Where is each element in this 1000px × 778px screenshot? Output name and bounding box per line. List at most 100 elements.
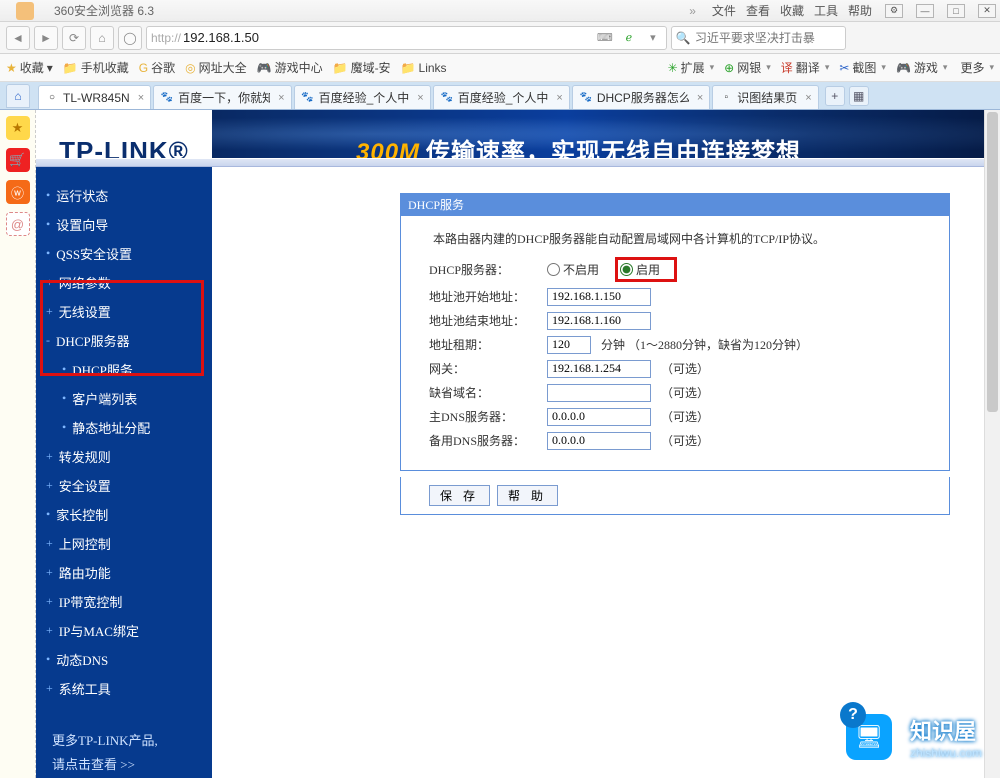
radio-disable[interactable]: 不启用 [547, 261, 599, 278]
new-tab-button[interactable]: + [825, 86, 845, 106]
favorites-button[interactable]: ★收藏▾ [6, 59, 53, 76]
more-products-link[interactable]: 请点击查看 >> [52, 757, 135, 772]
chevron-down-icon: ▾ [710, 62, 715, 73]
nav-item-7[interactable]: +安全设置 [36, 474, 212, 497]
nav-item-0[interactable]: •运行状态 [36, 184, 212, 207]
bookmark-item-2[interactable]: ◎网址大全 [185, 59, 247, 76]
tab-4[interactable]: 🐾DHCP服务器怎么设× [572, 85, 710, 109]
toolbar-icon: ✳ [668, 61, 678, 75]
nav-subitem-5-2[interactable]: •静态地址分配 [36, 416, 212, 439]
watermark-text: 知识屋 [910, 719, 976, 744]
bookmark-item-5[interactable]: 📁Links [401, 59, 447, 76]
tab-2[interactable]: 🐾百度经验_个人中× [294, 85, 431, 109]
tab-favicon: 🐾 [301, 91, 315, 105]
nav-subitem-5-0[interactable]: •DHCP服务 [36, 358, 212, 381]
avatar[interactable] [4, 1, 46, 21]
toolbar-item-5[interactable]: 更多▾ [957, 59, 994, 76]
dropdown-icon[interactable]: ▾ [644, 29, 662, 47]
nav-item-14[interactable]: +系统工具 [36, 677, 212, 700]
router-nav: •运行状态 •设置向导 •QSS安全设置 +网络参数 +无线设置 -DHCP服务器 •DHC… [36, 167, 212, 778]
toolbar-item-3[interactable]: ✂截图▾ [839, 59, 886, 76]
nav-item-1[interactable]: •设置向导 [36, 213, 212, 236]
menu-tools[interactable]: 工具 [814, 2, 838, 19]
window-minimize-button[interactable]: — [916, 4, 934, 18]
menu-help[interactable]: 帮助 [848, 2, 872, 19]
menu-favorites[interactable]: 收藏 [780, 2, 804, 19]
bookmark-item-3[interactable]: 🎮游戏中心 [257, 59, 323, 76]
radio-enable[interactable]: 启用 [620, 261, 660, 278]
scrollbar[interactable] [984, 110, 1000, 778]
close-icon[interactable]: × [138, 92, 144, 104]
lease-hint: 分钟 （1～2880分钟，缺省为120分钟） [601, 336, 808, 353]
bookmark-item-0[interactable]: 📁手机收藏 [63, 59, 129, 76]
gateway-optional: （可选） [661, 360, 709, 377]
reload-button[interactable]: ⟳ [62, 26, 86, 50]
nav-item-4[interactable]: +无线设置 [36, 300, 212, 323]
appbar-at-icon[interactable]: @ [6, 212, 30, 236]
menu-view[interactable]: 查看 [746, 2, 770, 19]
appbar-favorites-icon[interactable]: ★ [6, 116, 30, 140]
nav-item-6[interactable]: +转发规则 [36, 445, 212, 468]
close-icon[interactable]: × [697, 92, 703, 104]
input-gateway[interactable] [547, 360, 651, 378]
toolbar-item-4[interactable]: 🎮游戏▾ [896, 59, 948, 76]
nav-item-8[interactable]: •家长控制 [36, 503, 212, 526]
bookmark-item-1[interactable]: G谷歌 [139, 59, 175, 76]
tab-5[interactable]: ▫识图结果页× [712, 85, 818, 109]
nav-label: 无线设置 [59, 302, 111, 321]
input-pool-start[interactable] [547, 288, 651, 306]
input-domain[interactable] [547, 384, 651, 402]
tab-0[interactable]: ○TL-WR845N× [38, 85, 151, 109]
menu-file[interactable]: 文件 [712, 2, 736, 19]
nav-item-3[interactable]: +网络参数 [36, 271, 212, 294]
nav-item-10[interactable]: +路由功能 [36, 561, 212, 584]
window-close-button[interactable]: ✕ [978, 4, 996, 18]
input-pool-end[interactable] [547, 312, 651, 330]
input-dns1[interactable] [547, 408, 651, 426]
close-icon[interactable]: × [278, 92, 284, 104]
search-box[interactable]: 🔍 [671, 26, 846, 50]
nav-item-12[interactable]: +IP与MAC绑定 [36, 619, 212, 642]
tab-list-button[interactable]: ▦ [849, 86, 869, 106]
appbar-weibo-icon[interactable]: ⓦ [6, 180, 30, 204]
more-products-line1: 更多TP-LINK产品, [52, 733, 158, 748]
close-icon[interactable]: × [556, 92, 562, 104]
help-button[interactable]: 帮 助 [497, 485, 558, 506]
bookmark-item-4[interactable]: 📁魔域-安 [333, 59, 391, 76]
close-icon[interactable]: × [805, 92, 811, 104]
nav-item-9[interactable]: +上网控制 [36, 532, 212, 555]
save-button[interactable]: 保 存 [429, 485, 490, 506]
overflow-chevron[interactable]: » [689, 4, 696, 18]
banner-speed: 300M [356, 139, 420, 158]
nav-item-5[interactable]: -DHCP服务器 [36, 329, 212, 352]
bookmark-icon: 📁 [401, 61, 416, 75]
address-bar[interactable]: http:// 192.168.1.50 / ⌨ ℯ ▾ [146, 26, 667, 50]
back-button[interactable]: ◄ [6, 26, 30, 50]
settings-button[interactable]: ⚙ [885, 4, 903, 18]
home-button[interactable]: ⌂ [90, 26, 114, 50]
nav-subitem-5-1[interactable]: •客户端列表 [36, 387, 212, 410]
tab-title: 百度经验_个人中 [458, 89, 549, 106]
window-maximize-button[interactable]: □ [947, 4, 965, 18]
scrollbar-thumb[interactable] [987, 112, 998, 412]
toolbar-item-1[interactable]: ⊕网银▾ [724, 59, 771, 76]
toolbar-item-0[interactable]: ✳扩展▾ [668, 59, 715, 76]
tab-3[interactable]: 🐾百度经验_个人中× [433, 85, 570, 109]
toolbar-item-2[interactable]: 译翻译▾ [781, 59, 830, 76]
tab-1[interactable]: 🐾百度一下，你就知× [153, 85, 291, 109]
forward-button[interactable]: ► [34, 26, 58, 50]
close-icon[interactable]: × [417, 92, 423, 104]
compat-icon[interactable]: ℯ [620, 29, 638, 47]
input-dns2[interactable] [547, 432, 651, 450]
input-lease[interactable] [547, 336, 591, 354]
appbar-shop-icon[interactable]: 🛒 [6, 148, 30, 172]
home-tab-icon[interactable]: ⌂ [6, 84, 30, 108]
nav-item-11[interactable]: +IP带宽控制 [36, 590, 212, 613]
shield-icon[interactable]: ◯ [118, 26, 142, 50]
bookmark-label: 网址大全 [199, 59, 247, 76]
nav-label: DHCP服务 [72, 360, 133, 379]
nav-item-2[interactable]: •QSS安全设置 [36, 242, 212, 265]
search-input[interactable] [695, 31, 850, 45]
ime-icon[interactable]: ⌨ [596, 29, 614, 47]
nav-item-13[interactable]: •动态DNS [36, 648, 212, 671]
